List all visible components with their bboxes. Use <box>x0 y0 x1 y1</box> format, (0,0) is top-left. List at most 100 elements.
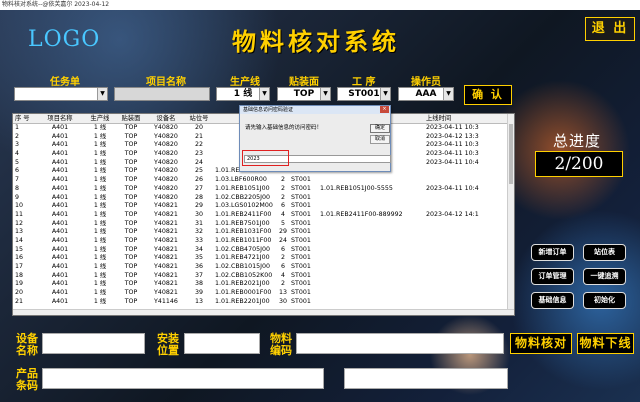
table-cell <box>317 228 426 237</box>
table-cell: 1.01.REB2411F00-889992 <box>320 210 403 218</box>
col-header[interactable]: 设备名 <box>147 114 185 123</box>
table-cell <box>426 220 491 229</box>
material-label: 物料编码 <box>270 332 292 357</box>
col-header[interactable]: 序 号 <box>13 114 35 123</box>
table-cell: 18 <box>15 271 24 279</box>
project-field[interactable] <box>114 87 210 101</box>
line-select[interactable]: 1 线 ▼ <box>216 87 270 101</box>
table-cell: ST001 <box>291 254 311 262</box>
table-cell: 19 <box>15 280 24 288</box>
operator-select[interactable]: AAA ▼ <box>398 87 454 101</box>
table-cell <box>317 289 426 298</box>
table-row[interactable]: 15 A401 1 线 TOP Y40821 34 1.02.CBB4705J00 6 ST00… <box>13 246 514 255</box>
initialize-button[interactable]: 初始化 <box>583 292 626 309</box>
table-cell: 7 <box>15 176 20 184</box>
install-field[interactable] <box>184 333 260 354</box>
table-cell <box>317 220 426 229</box>
table-cell: A401 <box>51 271 69 279</box>
chevron-down-icon[interactable]: ▼ <box>320 88 330 100</box>
close-icon[interactable]: × <box>380 106 389 113</box>
table-cell: Y40821 <box>154 236 178 244</box>
order-manage-button[interactable]: 订单管理 <box>531 268 574 285</box>
table-cell: Y40821 <box>154 210 178 218</box>
chevron-down-icon[interactable]: ▼ <box>443 88 453 100</box>
table-cell: Y40821 <box>154 289 178 297</box>
table-cell: 1.01.REB2021J00 <box>215 280 270 288</box>
col-header[interactable]: 上线时间 <box>426 114 491 123</box>
table-cell: 2023-04-11 10:4 <box>426 158 479 166</box>
table-cell: 1 线 <box>93 176 107 184</box>
table-row[interactable]: 9 A401 1 线 TOP Y40820 28 1.02.CBB2205J00 2 ST001 <box>13 194 514 203</box>
table-cell: 13 <box>278 289 287 297</box>
table-cell: 2023-04-11 10:3 <box>426 141 479 149</box>
exit-button[interactable]: 退 出 <box>585 17 635 41</box>
table-cell: ST001 <box>291 219 311 227</box>
table-row[interactable]: 13 A401 1 线 TOP Y40821 32 1.01.REB1031F00 29 ST0… <box>13 228 514 237</box>
col-header[interactable]: 生产线 <box>85 114 115 123</box>
chevron-down-icon[interactable]: ▼ <box>97 88 107 100</box>
horizontal-scrollbar[interactable] <box>13 309 514 315</box>
project-label: 项目名称 <box>146 77 186 88</box>
table-cell: A401 <box>51 254 69 262</box>
table-cell: TOP <box>124 271 138 279</box>
table-row[interactable]: 7 A401 1 线 TOP Y40820 26 1.03.LBF600R00 2 ST001 <box>13 176 514 185</box>
table-cell: 4 <box>280 210 285 218</box>
material-offline-button[interactable]: 物料下线 <box>577 333 634 354</box>
table-row[interactable]: 17 A401 1 线 TOP Y40821 36 1.02.CBB1015J00 6 ST00… <box>13 263 514 272</box>
table-row[interactable]: 11 A401 1 线 TOP Y40821 30 1.01.REB2411F00 4 ST00… <box>13 211 514 220</box>
barcode-field[interactable] <box>42 368 324 389</box>
confirm-button[interactable]: 确 认 <box>464 85 512 105</box>
table-cell: 26 <box>194 176 203 184</box>
table-cell: ST001 <box>291 184 311 192</box>
dialog-cancel-button[interactable]: 取消 <box>370 135 390 144</box>
table-cell: 1.03.LGS0102M00 <box>215 202 273 210</box>
table-row[interactable]: 14 A401 1 线 TOP Y40821 33 1.01.REB1011F00 24 ST0… <box>13 237 514 246</box>
table-cell: 1 线 <box>93 297 107 305</box>
task-select[interactable]: ▼ <box>14 87 108 101</box>
table-row[interactable]: 12 A401 1 线 TOP Y40821 31 1.01.REB7501J00 5 ST00… <box>13 220 514 229</box>
table-row[interactable]: 10 A401 1 线 TOP Y40821 29 1.03.LGS0102M00 6 ST00… <box>13 202 514 211</box>
table-cell: 22 <box>194 141 203 149</box>
table-row[interactable]: 16 A401 1 线 TOP Y40821 35 1.01.REB4721J00 2 ST00… <box>13 254 514 263</box>
station-table-button[interactable]: 站位表 <box>583 244 626 261</box>
chevron-down-icon[interactable]: ▼ <box>259 88 269 100</box>
table-cell: 1 线 <box>93 124 107 131</box>
side-select[interactable]: TOP ▼ <box>277 87 331 101</box>
barcode-label: 产品条码 <box>16 367 38 392</box>
table-cell: 16 <box>15 254 24 262</box>
vertical-scrollbar[interactable] <box>507 114 514 315</box>
one-click-trace-button[interactable]: 一键追溯 <box>583 268 626 285</box>
table-cell: 37 <box>194 271 203 279</box>
table-cell: A401 <box>51 167 69 175</box>
table-row[interactable]: 21 A401 1 线 TOP Y41146 13 1.01.REB2201J00 30 ST0… <box>13 298 514 307</box>
device-field[interactable] <box>42 333 145 354</box>
base-info-button[interactable]: 基础信息 <box>531 292 574 309</box>
material-check-button[interactable]: 物料核对 <box>510 333 572 354</box>
table-cell: TOP <box>124 280 138 288</box>
process-select[interactable]: ST001 ▼ <box>337 87 391 101</box>
operator-label: 操作员 <box>411 77 441 88</box>
new-order-button[interactable]: 新增订单 <box>531 244 574 261</box>
table-row[interactable]: 20 A401 1 线 TOP Y40821 39 1.01.REB0001F00 13 ST0… <box>13 289 514 298</box>
table-row[interactable]: 8 A401 1 线 TOP Y40820 27 1.01.REB1051J00 2 ST001… <box>13 185 514 194</box>
scroll-thumb[interactable] <box>509 124 513 184</box>
table-cell: A401 <box>51 280 69 288</box>
table-cell: 20 <box>15 289 24 297</box>
col-header[interactable]: 贴装面 <box>115 114 147 123</box>
col-header[interactable]: 项目名称 <box>35 114 85 123</box>
table-cell: ST001 <box>291 193 311 201</box>
table-cell: 24 <box>278 236 287 244</box>
table-row[interactable]: 19 A401 1 线 TOP Y40821 38 1.01.REB2021J00 2 ST00… <box>13 280 514 289</box>
table-cell <box>426 246 491 255</box>
dialog-ok-button[interactable]: 确定 <box>370 124 390 133</box>
table-row[interactable]: 18 A401 1 线 TOP Y40821 37 1.02.CBB1052K00 4 ST00… <box>13 272 514 281</box>
col-header[interactable]: 站位号 <box>185 114 213 123</box>
task-label: 任务单 <box>50 77 80 88</box>
scan-result-field[interactable] <box>344 368 508 389</box>
table-cell: 1.02.CBB1015J00 <box>215 263 270 270</box>
material-code-field[interactable] <box>296 333 504 354</box>
table-cell: 1.01.REB1011F00 <box>215 236 272 244</box>
table-cell: 13 <box>15 228 24 236</box>
chevron-down-icon[interactable]: ▼ <box>380 88 390 100</box>
table-cell: Y40821 <box>154 254 178 262</box>
